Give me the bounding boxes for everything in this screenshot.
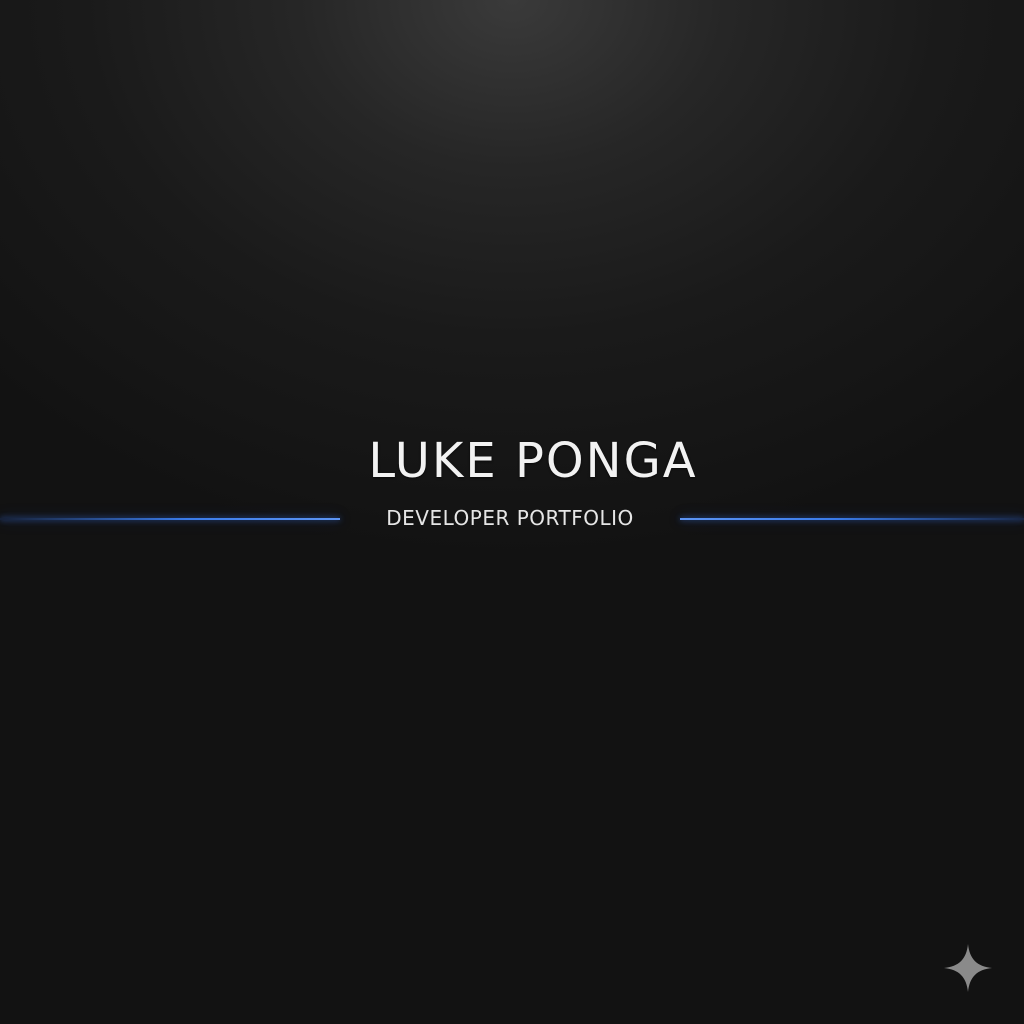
subtitle-row: DEVELOPER PORTFOLIO <box>0 500 1024 536</box>
accent-line-right <box>680 518 1024 520</box>
hero-banner: LUKE PONGA DEVELOPER PORTFOLIO <box>0 0 1024 1024</box>
page-subtitle: DEVELOPER PORTFOLIO <box>386 506 634 530</box>
page-title: LUKE PONGA <box>368 433 698 489</box>
accent-line-left <box>0 518 340 520</box>
sparkle-icon <box>944 944 992 992</box>
